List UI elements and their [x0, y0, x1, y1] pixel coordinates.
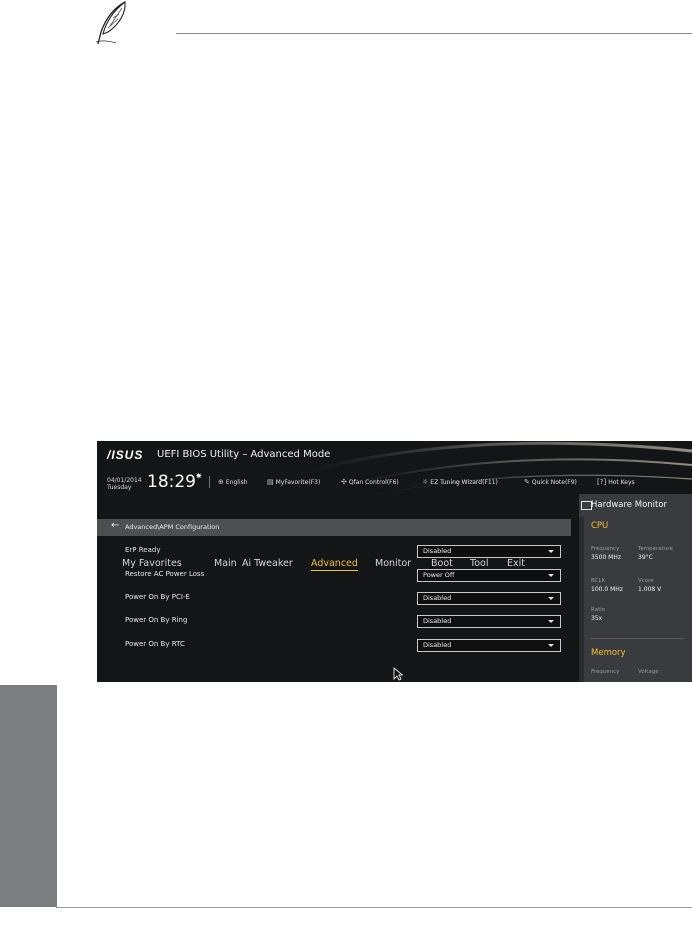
memory-frequency-label: Frequency [591, 669, 620, 675]
breadcrumb-path: Advanced\APM Configuration [125, 523, 220, 531]
setting-pcie-label: Power On By PCI-E [125, 593, 190, 601]
cpu-frequency-value: 3500 MHz [591, 554, 622, 561]
ez-tuning-wizard-button[interactable]: ☼ EZ Tuning Wizard(F11) [422, 478, 498, 486]
memory-voltage-label: Voltage [638, 669, 659, 675]
fan-icon: ✣ [341, 478, 347, 486]
hardware-monitor-title: Hardware Monitor [591, 500, 668, 510]
restore-ac-value: Power Off [423, 571, 455, 579]
menu-tool[interactable]: Tool [470, 558, 488, 569]
note-feather-icon [95, 0, 126, 45]
menu-boot[interactable]: Boot [431, 558, 453, 569]
cpu-frequency-label: Frequency [591, 546, 620, 552]
ratio-value: 35x [591, 615, 603, 622]
gear-icon[interactable]: ✷ [195, 472, 203, 482]
menu-advanced[interactable]: Advanced [311, 558, 358, 571]
date-text: 04/01/2014 [107, 477, 142, 484]
hot-keys-label: Hot Keys [608, 479, 635, 486]
bios-title: UEFI BIOS Utility – Advanced Mode [157, 449, 331, 460]
vcore-label: Vcore [638, 578, 654, 584]
ratio-label: Ratio [591, 607, 606, 613]
bios-header: /ISUS UEFI BIOS Utility – Advanced Mode … [97, 441, 692, 494]
time-display: 18:29 [147, 472, 196, 492]
main-menu: My Favorites Main Ai Tweaker Advanced Mo… [97, 499, 577, 571]
menu-monitor[interactable]: Monitor [375, 558, 411, 569]
pcie-value: Disabled [423, 594, 452, 602]
restore-ac-dropdown[interactable]: Power Off [417, 569, 561, 582]
chevron-down-icon [548, 644, 554, 647]
cpu-section-title: CPU [591, 521, 609, 531]
myfavorite-label: MyFavorite(F3) [275, 479, 321, 486]
footer-rule [56, 907, 692, 908]
menu-ai-tweaker[interactable]: Ai Tweaker [242, 558, 293, 569]
pcie-dropdown[interactable]: Disabled [417, 592, 561, 605]
panel-edge [579, 517, 584, 682]
setting-restore-ac-label: Restore AC Power Loss [125, 570, 205, 578]
bios-screenshot: /ISUS UEFI BIOS Utility – Advanced Mode … [97, 441, 692, 682]
ez-tuning-wizard-label: EZ Tuning Wizard(F11) [430, 479, 498, 486]
help-icon: [?] [597, 478, 607, 486]
qfan-control-button[interactable]: ✣ Qfan Control(F6) [341, 478, 399, 486]
section-divider [591, 638, 685, 639]
vcore-value: 1.008 V [638, 586, 662, 593]
erp-ready-value: Disabled [423, 547, 452, 555]
day-text: Tuesday [107, 484, 132, 491]
menu-exit[interactable]: Exit [507, 558, 525, 569]
date-display: 04/01/2014 Tuesday [107, 477, 142, 491]
cpu-temperature-label: Temperature [638, 546, 673, 552]
note-rule [176, 33, 692, 34]
setting-erp-ready-label: ErP Ready [125, 546, 161, 554]
hardware-monitor-panel: Hardware Monitor CPU Frequency Temperatu… [579, 494, 692, 682]
qfan-control-label: Qfan Control(F6) [348, 479, 399, 486]
cpu-temperature-value: 39°C [638, 554, 653, 561]
rtc-dropdown[interactable]: Disabled [417, 639, 561, 652]
menu-main[interactable]: Main [214, 558, 237, 569]
language-label: English [225, 479, 248, 486]
header-separator [209, 476, 210, 488]
ring-dropdown[interactable]: Disabled [417, 615, 561, 628]
breadcrumb: ← Advanced\APM Configuration [97, 519, 571, 536]
asus-logo: /ISUS [107, 448, 144, 462]
chevron-down-icon [548, 620, 554, 623]
favorite-icon: ▤ [267, 478, 274, 486]
erp-ready-dropdown[interactable]: Disabled [417, 545, 561, 558]
setting-ring-label: Power On By Ring [125, 616, 188, 624]
myfavorite-button[interactable]: ▤ MyFavorite(F3) [267, 478, 320, 486]
menu-my-favorites[interactable]: My Favorites [122, 558, 182, 569]
mouse-cursor-icon [393, 667, 403, 681]
note-icon: ✎ [524, 478, 530, 486]
rtc-value: Disabled [423, 641, 452, 649]
chevron-down-icon [548, 550, 554, 553]
quick-note-button[interactable]: ✎ Quick Note(F9) [524, 478, 577, 486]
lightbulb-icon: ☼ [422, 478, 429, 486]
back-arrow-icon[interactable]: ← [111, 520, 119, 531]
memory-section-title: Memory [591, 648, 626, 658]
chevron-down-icon [548, 597, 554, 600]
globe-icon: ⊕ [218, 478, 224, 486]
setting-rtc-label: Power On By RTC [125, 640, 185, 648]
ring-value: Disabled [423, 617, 452, 625]
quick-note-label: Quick Note(F9) [531, 479, 577, 486]
bclk-value: 100.0 MHz [591, 586, 623, 593]
hot-keys-button[interactable]: [?] Hot Keys [597, 478, 635, 486]
chapter-side-tab [0, 685, 57, 907]
chevron-down-icon [548, 574, 554, 577]
bclk-label: BCLK [591, 578, 606, 584]
language-button[interactable]: ⊕ English [218, 478, 248, 486]
